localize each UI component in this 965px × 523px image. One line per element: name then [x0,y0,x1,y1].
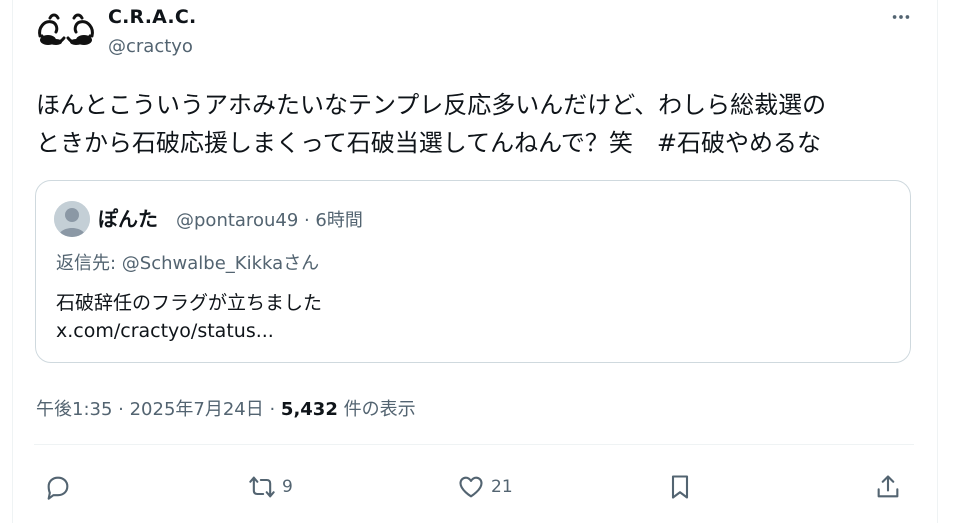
like-count: 21 [491,477,513,497]
more-horizontal-icon [892,15,910,19]
right-border [937,0,938,523]
default-avatar-icon [54,201,90,237]
retweet-button[interactable]: 9 [248,470,293,504]
timestamp-row: 午後1:35 · 2025年7月24日 · 5,432 件の表示 [36,395,416,421]
left-border [12,0,13,523]
reply-icon [47,476,69,500]
more-options-button[interactable] [884,2,918,32]
tweet-text-line2: ときから石破応援しまくって石破当選してんねんで？笑 [36,129,657,157]
quote-author-meta: @pontarou49 · 6時間 [176,210,363,231]
quote-author-name: ぽんた [98,207,158,231]
views-count[interactable]: 5,432 [281,399,338,420]
retweet-count: 9 [282,477,293,497]
like-button[interactable]: 21 [457,470,513,504]
timestamp-link[interactable]: 午後1:35 · 2025年7月24日 · [36,399,281,420]
reply-suffix: さん [283,253,320,274]
hashtag-link[interactable]: #石破やめるな [657,129,821,157]
quote-body: 石破辞任のフラグが立ちました [56,292,323,314]
share-button[interactable] [874,470,902,504]
divider [34,444,914,445]
reply-mention: @Schwalbe_Kikka [121,253,284,274]
share-icon [877,475,899,498]
heart-icon [459,476,483,498]
hand-gesture-icon [38,13,94,45]
retweet-icon [249,476,275,498]
author-avatar[interactable] [34,6,98,54]
tweet-text-line1: ほんとこういうアホみたいなテンプレ反応多いんだけど、わしら総裁選の [36,91,827,119]
tweet-text: ほんとこういうアホみたいなテンプレ反応多いんだけど、わしら総裁選の ときから石破… [36,86,926,162]
reply-button[interactable] [44,470,72,504]
quote-link: x.com/cractyo/status... [56,320,274,342]
quote-avatar[interactable] [54,201,90,237]
views-label: 件の表示 [337,399,416,420]
quote-reply-to: 返信先: @Schwalbe_Kikkaさん [56,249,319,275]
bookmark-button[interactable] [666,470,694,504]
bookmark-icon [671,475,689,499]
reply-prefix: 返信先: [56,253,122,274]
author-handle[interactable]: @cractyo [108,36,193,57]
author-name[interactable]: C.R.A.C. [108,6,196,28]
quote-tweet-card[interactable]: ぽんた @pontarou49 · 6時間 返信先: @Schwalbe_Kik… [35,180,911,363]
